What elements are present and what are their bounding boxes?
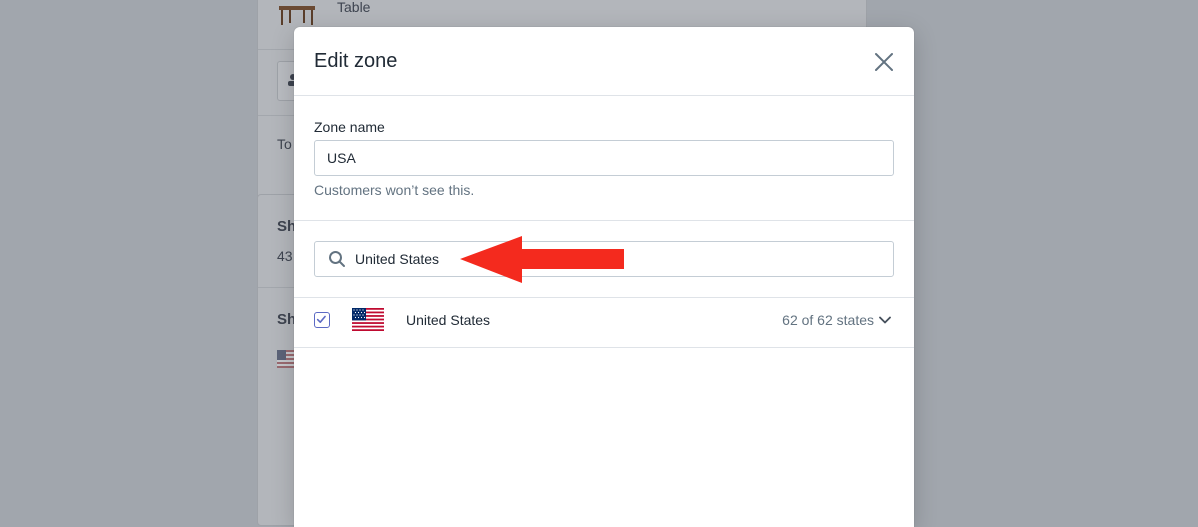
zone-name-section: Zone name Customers won’t see this. [294,96,914,221]
us-flag-icon [352,308,384,331]
modal-title: Edit zone [314,50,398,72]
zone-name-help-text: Customers won’t see this. [314,182,475,198]
country-name: United States [406,312,491,328]
zone-name-label: Zone name [314,119,385,135]
us-flag-icon [277,350,295,368]
chevron-down-icon [879,316,891,324]
checkmark-icon [316,315,326,323]
zone-name-input[interactable] [314,140,894,176]
table-thumbnail-image [279,6,315,25]
annotation-arrow [460,236,624,283]
search-icon [329,251,345,267]
modal-header: Edit zone [294,27,914,96]
background-footer-text: To [277,136,292,152]
country-checkbox[interactable] [314,312,330,328]
background-section-text: 43 [277,248,293,264]
product-name: Table [337,0,371,15]
country-row-united-states[interactable]: United States 62 of 62 states [294,298,914,348]
states-summary: 62 of 62 states [782,312,874,328]
states-toggle[interactable]: 62 of 62 states [782,312,892,328]
close-icon[interactable] [872,50,896,74]
